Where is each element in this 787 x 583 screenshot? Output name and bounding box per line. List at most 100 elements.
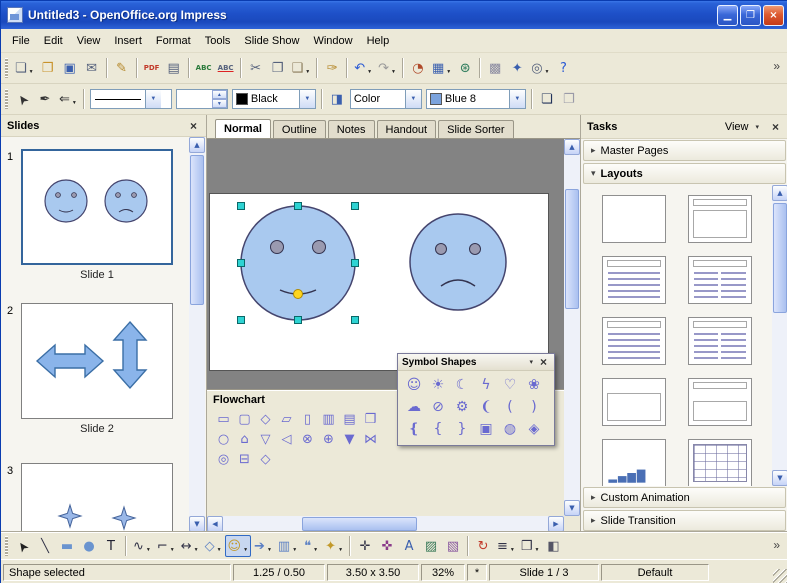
toolbar-grip[interactable]	[5, 58, 8, 78]
area-style-button[interactable]: ◨	[326, 88, 348, 110]
symbol-shape[interactable]: ❨	[474, 396, 498, 418]
dropdown-arrow-icon[interactable]: ▼	[367, 69, 372, 78]
chevron-down-icon[interactable]: ▼	[509, 90, 525, 108]
dropdown-arrow-icon[interactable]: ▼	[446, 69, 451, 78]
dropdown-arrow-icon[interactable]: ▼	[29, 69, 34, 78]
paste-button[interactable]: ❑▼	[289, 57, 314, 79]
layout-chart[interactable]: ▂▄▆█	[602, 439, 666, 486]
spin-up-icon[interactable]: ▲	[212, 90, 227, 99]
close-button[interactable]: ×	[763, 5, 784, 26]
dropdown-arrow-icon[interactable]: ▼	[267, 547, 272, 556]
scroll-right-icon[interactable]: ▶	[548, 516, 564, 532]
edit-file-button[interactable]: ✎	[111, 57, 133, 79]
line-color-select[interactable]: Black ▼	[232, 89, 316, 109]
zoom-button[interactable]: ◎▼	[528, 57, 552, 79]
layout-title-list-wide[interactable]	[602, 317, 666, 365]
menu-view[interactable]: View	[70, 32, 108, 50]
menu-tools[interactable]: Tools	[198, 32, 238, 50]
menu-format[interactable]: Format	[149, 32, 198, 50]
symbol-shape[interactable]: {	[426, 418, 450, 440]
new-document-button[interactable]: ❏▼	[12, 57, 37, 79]
slide-1-preview[interactable]	[21, 149, 173, 265]
slide-3-preview[interactable]	[21, 463, 173, 532]
horizontal-scrollbar[interactable]: ◀ ▶	[207, 516, 564, 532]
dropdown-arrow-icon[interactable]: ▼	[391, 69, 396, 78]
select-tool-icon[interactable]: ➤	[12, 88, 34, 110]
section-layouts[interactable]: ▾ Layouts	[583, 163, 786, 184]
table-button[interactable]: ▦▼	[429, 57, 454, 79]
symbol-shape[interactable]: ☀	[426, 374, 450, 396]
symbol-shape[interactable]: ❀	[522, 374, 546, 396]
arrange-button[interactable]: ❒▼	[518, 535, 543, 557]
flowchart-shape[interactable]: ⊕	[318, 429, 339, 449]
dropdown-arrow-icon[interactable]: ▼	[243, 547, 248, 556]
resize-grip[interactable]	[773, 569, 787, 583]
dropdown-arrow-icon[interactable]: ▼	[510, 547, 515, 556]
menu-slide-show[interactable]: Slide Show	[237, 32, 306, 50]
dropdown-arrow-icon[interactable]: ▼	[545, 69, 550, 78]
flowchart-shape[interactable]: ○	[213, 429, 234, 449]
slide-canvas[interactable]	[209, 193, 549, 371]
scroll-left-icon[interactable]: ◀	[207, 516, 223, 532]
scroll-up-icon[interactable]: ▲	[189, 137, 205, 153]
slides-scrollbar[interactable]: ▲ ▼	[189, 137, 205, 532]
chevron-down-icon[interactable]: ▼	[299, 90, 315, 108]
view-menu-button[interactable]: View ▾	[725, 121, 763, 133]
line-style-select[interactable]: ▼	[90, 89, 172, 109]
scroll-down-icon[interactable]: ▼	[772, 470, 787, 486]
symbol-shape[interactable]: ❴	[402, 418, 426, 440]
redo-button[interactable]: ↷▼	[375, 57, 399, 79]
line-tool-icon[interactable]: ✒	[34, 88, 56, 110]
edit-points-button[interactable]: ✛	[354, 535, 376, 557]
stars-tool[interactable]: ✦▼	[322, 535, 346, 557]
vertical-scrollbar[interactable]: ▲ ▼	[564, 139, 580, 516]
block-arrows-tool[interactable]: ➔▼	[251, 535, 275, 557]
tab-notes[interactable]: Notes	[328, 120, 375, 138]
hyperlink-button[interactable]: ⊛	[454, 57, 476, 79]
cut-button[interactable]: ✂	[245, 57, 267, 79]
navigator-button[interactable]: ✦	[506, 57, 528, 79]
flowchart-shape[interactable]: ◁	[276, 429, 297, 449]
scroll-down-icon[interactable]: ▼	[564, 500, 580, 516]
section-slide-transition[interactable]: ▸ Slide Transition	[583, 510, 786, 531]
symbol-shape[interactable]: ◈	[522, 418, 546, 440]
flowchart-shape[interactable]: ⋈	[360, 429, 381, 449]
ellipse-tool[interactable]: ●	[78, 535, 100, 557]
layout-content-only[interactable]	[602, 378, 666, 426]
layout-title-content-bottom[interactable]	[688, 378, 752, 426]
undo-button[interactable]: ↶▼	[351, 57, 375, 79]
curve-tool[interactable]: ∿▼	[130, 535, 154, 557]
rectangle-tool[interactable]: ▬	[56, 535, 78, 557]
spellcheck-button[interactable]: ABC	[193, 57, 215, 79]
glue-points-button[interactable]: ✜	[376, 535, 398, 557]
copy-button[interactable]: ❐	[267, 57, 289, 79]
close-icon[interactable]: ×	[187, 119, 200, 133]
menu-edit[interactable]: Edit	[37, 32, 70, 50]
fontwork-button[interactable]: A	[398, 535, 420, 557]
layout-title-list[interactable]	[602, 256, 666, 304]
save-button[interactable]: ▣	[59, 57, 81, 79]
chevron-down-icon[interactable]: ▾	[525, 358, 537, 366]
print-button[interactable]: ▤	[163, 57, 185, 79]
symbol-shape[interactable]: ϟ	[474, 374, 498, 396]
flowchart-shape[interactable]: ▽	[255, 429, 276, 449]
symbol-shape[interactable]: ☺	[402, 374, 426, 396]
auto-spellcheck-button[interactable]: ABC	[215, 57, 237, 79]
tab-normal[interactable]: Normal	[215, 119, 271, 138]
dropdown-arrow-icon[interactable]: ▼	[292, 547, 297, 556]
scroll-up-icon[interactable]: ▲	[564, 139, 580, 155]
line-width-spinner[interactable]: ▲ ▼	[176, 89, 228, 109]
flowchart-shape[interactable]: ▭	[213, 409, 234, 429]
select-tool[interactable]: ➤	[12, 535, 34, 557]
flowchart-shape[interactable]: ▥	[318, 409, 339, 429]
tab-outline[interactable]: Outline	[273, 120, 326, 138]
flowchart-shape[interactable]: ▢	[234, 409, 255, 429]
maximize-button[interactable]: ❐	[740, 5, 761, 26]
spin-down-icon[interactable]: ▼	[212, 99, 227, 108]
flowchart-shape[interactable]: ❒	[360, 409, 381, 429]
dropdown-arrow-icon[interactable]: ▼	[170, 547, 175, 556]
from-file-button[interactable]: ▨	[420, 535, 442, 557]
section-custom-animation[interactable]: ▸ Custom Animation	[583, 487, 786, 508]
symbol-shape[interactable]: ☾	[450, 374, 474, 396]
section-master-pages[interactable]: ▸ Master Pages	[583, 140, 786, 161]
